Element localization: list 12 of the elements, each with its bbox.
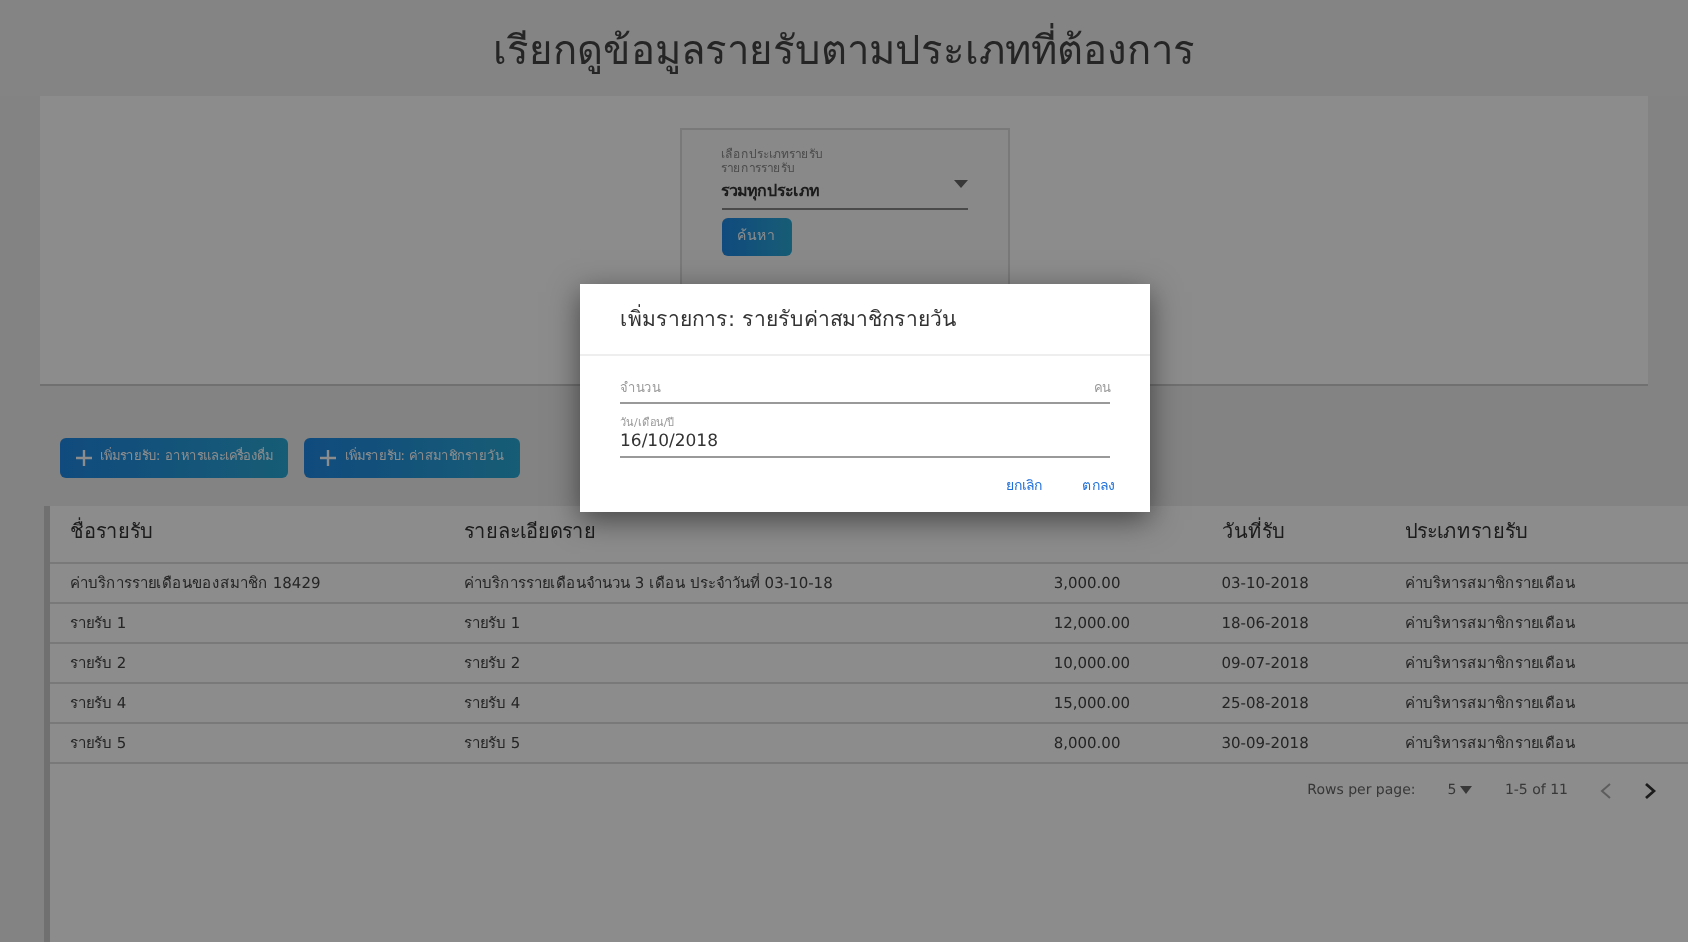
plus-icon bbox=[76, 450, 92, 466]
date-value: 16/10/2018 bbox=[620, 431, 720, 453]
column-header: ประเภทรายรับ bbox=[1404, 522, 1527, 544]
type-dropdown[interactable]: รวมทุกประเภท bbox=[721, 176, 967, 211]
dropdown-arrow-icon bbox=[1460, 786, 1473, 795]
column-header: ชื่อรายรับ bbox=[70, 522, 152, 544]
next-page-icon[interactable] bbox=[1644, 781, 1656, 800]
plus-icon bbox=[320, 450, 337, 466]
dropdown-arrow-icon bbox=[953, 180, 967, 189]
column-header: วันที่รับ bbox=[1221, 522, 1284, 544]
column-header: รายละเอียดราย bbox=[464, 522, 596, 544]
dialog-title: เพิ่มรายการ: รายรับค่าสมาชิกรายวัน bbox=[580, 284, 1150, 356]
